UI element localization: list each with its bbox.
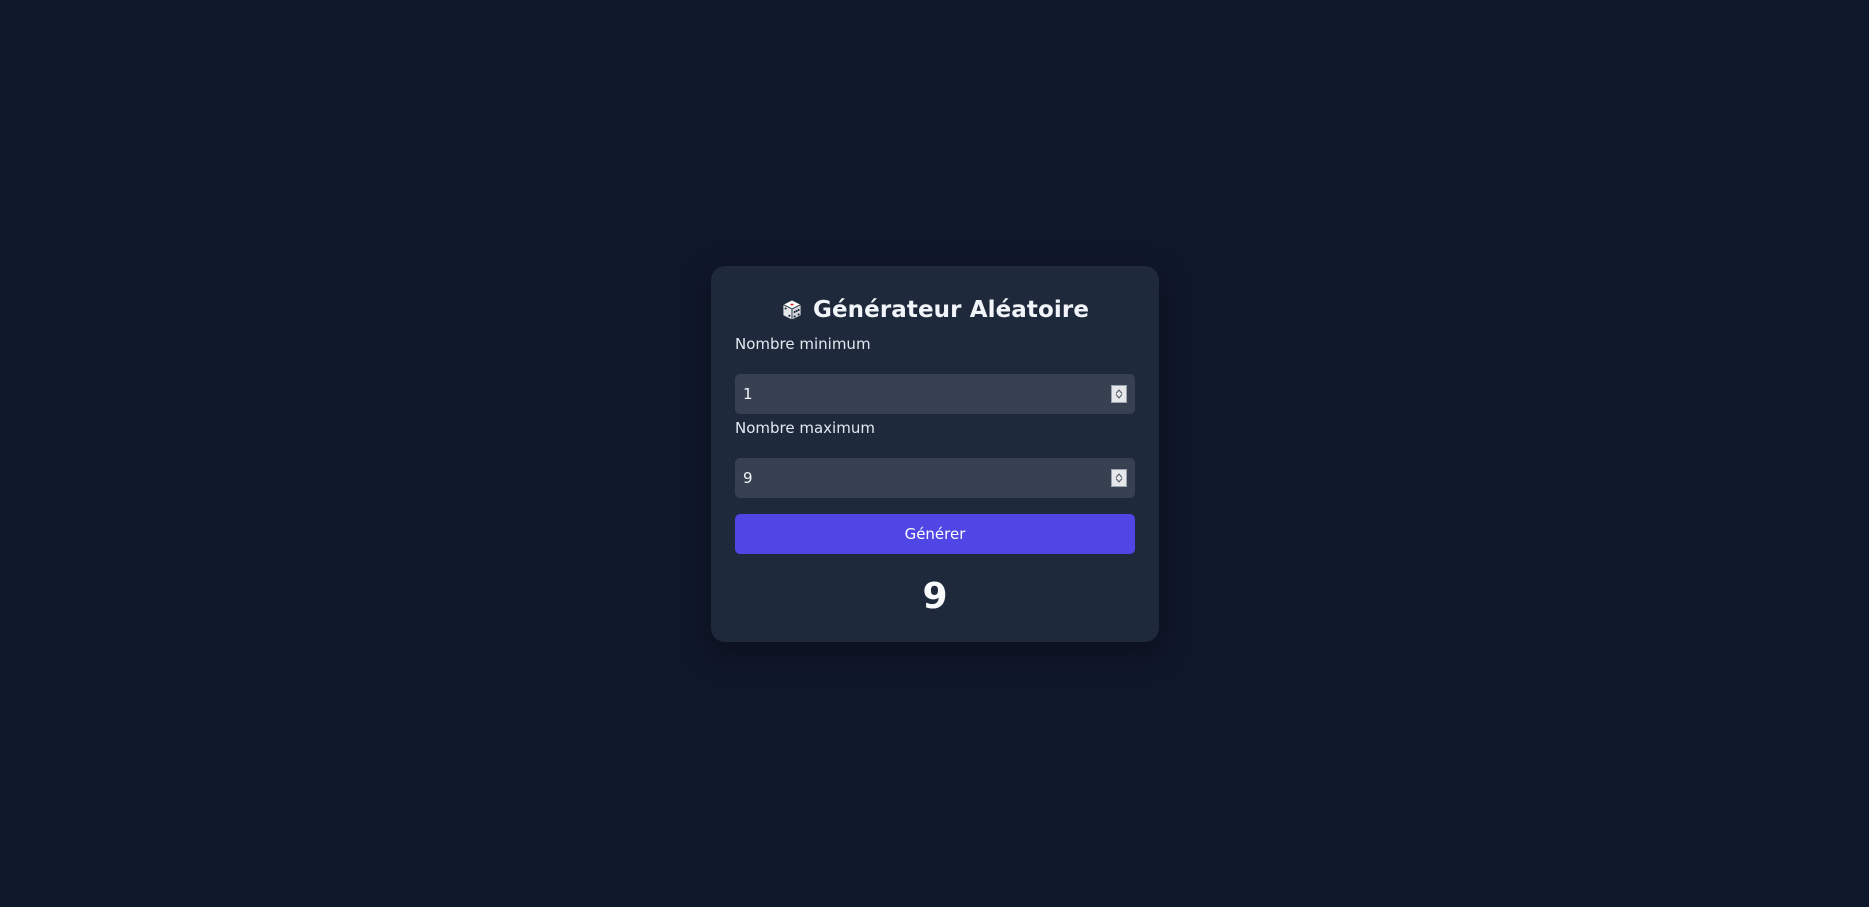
min-number-input[interactable]: 1 bbox=[735, 374, 1135, 414]
max-label: Nombre maximum bbox=[735, 419, 875, 437]
generate-button[interactable]: Générer bbox=[735, 514, 1135, 554]
max-number-input[interactable]: 9 bbox=[735, 458, 1135, 498]
title-row: Générateur Aléatoire bbox=[711, 292, 1159, 328]
max-value: 9 bbox=[743, 469, 753, 487]
min-spinner[interactable] bbox=[1111, 385, 1127, 403]
min-label: Nombre minimum bbox=[735, 335, 871, 353]
dice-icon bbox=[781, 299, 803, 321]
page-title: Générateur Aléatoire bbox=[812, 297, 1090, 323]
chevron-down-icon[interactable] bbox=[1115, 478, 1123, 483]
min-value: 1 bbox=[743, 385, 753, 403]
generator-card: Générateur Aléatoire Nombre minimum 1 No… bbox=[711, 266, 1159, 642]
chevron-down-icon[interactable] bbox=[1115, 394, 1123, 399]
result-value: 9 bbox=[922, 576, 948, 617]
max-spinner[interactable] bbox=[1111, 469, 1127, 487]
